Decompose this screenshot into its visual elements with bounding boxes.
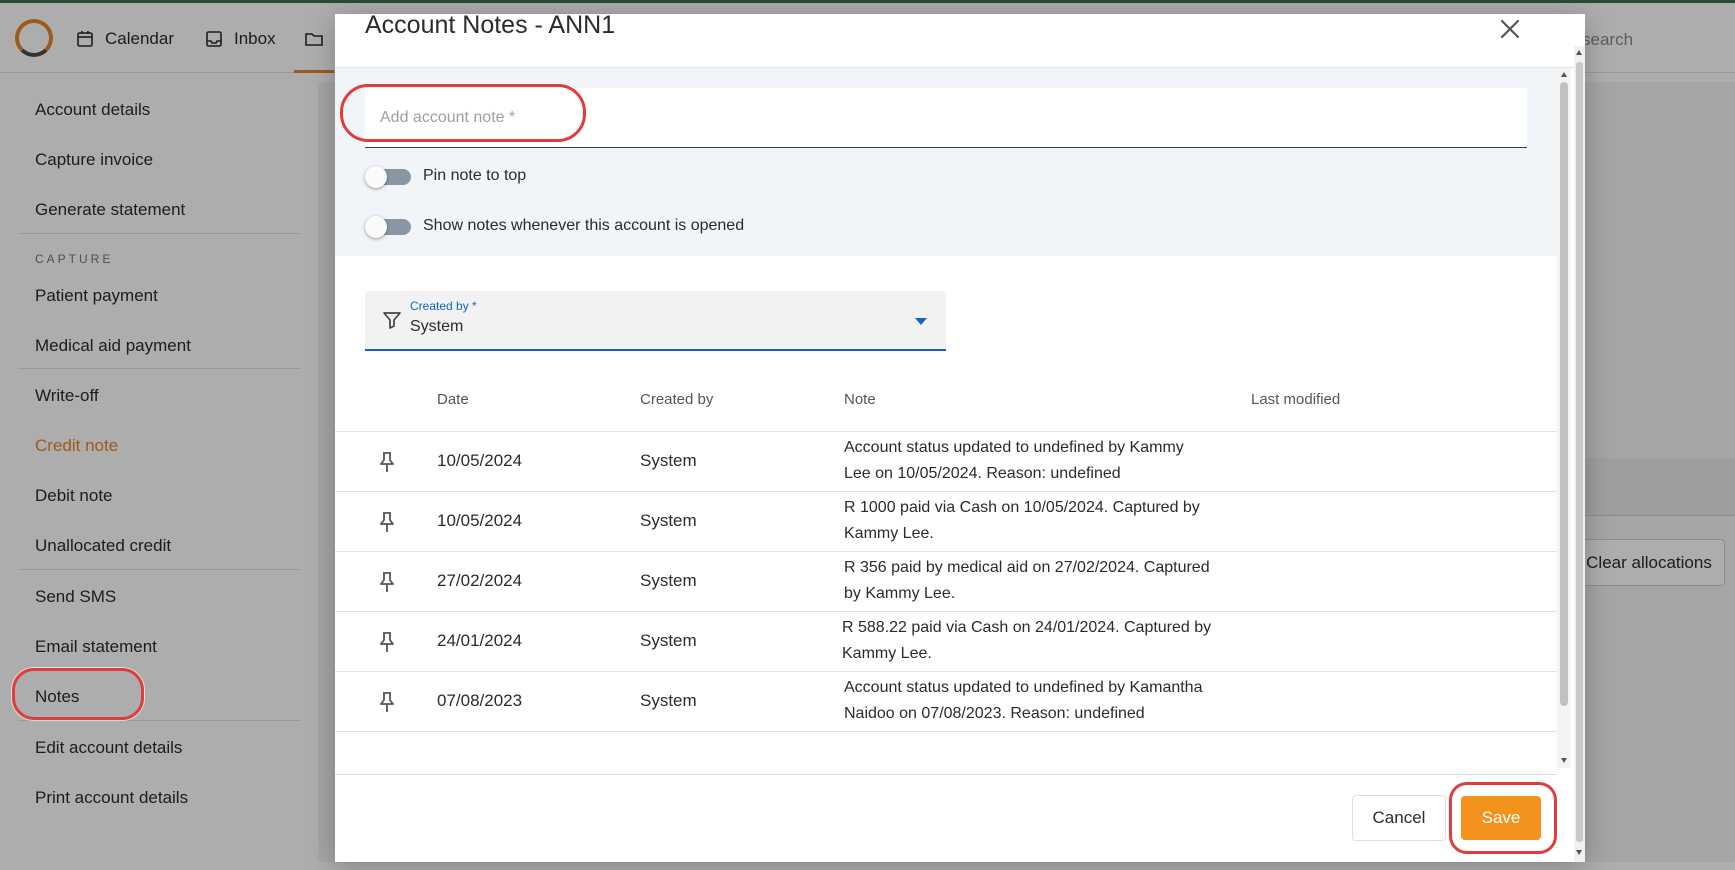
scrollbar-thumb[interactable] — [1560, 82, 1568, 706]
pin-icon[interactable] — [375, 450, 399, 474]
dialog-body: Pin note to top Show notes whenever this… — [335, 68, 1557, 768]
table-row[interactable]: 10/05/2024 System R 1000 paid via Cash o… — [335, 492, 1557, 552]
column-header-note[interactable]: Note — [844, 368, 876, 432]
page-scrollbar[interactable] — [1574, 46, 1585, 862]
row-note-line: R 356 paid by medical aid on 27/02/2024.… — [844, 559, 1210, 576]
scrollbar-thumb[interactable] — [1576, 62, 1583, 842]
pin-icon[interactable] — [375, 630, 399, 654]
table-row[interactable]: 24/01/2024 System R 588.22 paid via Cash… — [335, 612, 1557, 672]
filter-icon — [383, 312, 401, 329]
row-created-by: System — [640, 691, 697, 710]
dialog-body-scrollbar[interactable] — [1557, 68, 1571, 768]
cancel-button[interactable]: Cancel — [1352, 795, 1446, 841]
row-note-line: Lee on 10/05/2024. Reason: undefined — [844, 465, 1121, 482]
row-note-line: Account status updated to undefined by K… — [844, 679, 1203, 696]
table-row[interactable]: 10/05/2024 System Account status updated… — [335, 432, 1557, 492]
pin-icon[interactable] — [375, 570, 399, 594]
column-header-date[interactable]: Date — [437, 368, 469, 432]
pin-icon[interactable] — [375, 510, 399, 534]
row-note: R 356 paid by medical aid on 27/02/2024.… — [844, 555, 1264, 607]
scroll-up-arrow-icon[interactable] — [1561, 72, 1567, 77]
row-date: 07/08/2023 — [437, 691, 523, 710]
column-header-last-modified[interactable]: Last modified — [1251, 368, 1340, 432]
dialog-header: Account Notes - ANN1 — [335, 11, 1585, 68]
close-dialog-button[interactable] — [1495, 14, 1525, 44]
row-date: 10/05/2024 — [437, 451, 523, 470]
notes-table-header: Date Created by Note Last modified — [335, 368, 1557, 432]
account-note-field — [365, 88, 1527, 148]
table-row[interactable]: 07/08/2023 System Account status updated… — [335, 672, 1557, 732]
pin-icon[interactable] — [375, 690, 399, 714]
row-date: 10/05/2024 — [437, 511, 523, 530]
created-by-filter-select[interactable]: Created by * System — [365, 291, 946, 351]
row-note-line: Naidoo on 07/08/2023. Reason: undefined — [844, 705, 1145, 722]
add-note-section: Pin note to top Show notes whenever this… — [335, 68, 1557, 256]
row-note-line: Account status updated to undefined by K… — [844, 439, 1184, 456]
row-note-line: Kammy Lee. — [844, 525, 934, 542]
row-date: 27/02/2024 — [437, 571, 523, 590]
scroll-down-arrow-icon[interactable] — [1576, 850, 1582, 855]
close-icon — [1500, 19, 1520, 39]
scroll-up-arrow-icon[interactable] — [1576, 50, 1582, 55]
toggle-thumb — [365, 166, 387, 188]
chevron-down-icon — [915, 318, 927, 325]
dialog-footer: Cancel Save — [335, 774, 1557, 862]
show-notes-toggle[interactable] — [365, 216, 411, 238]
pin-note-toggle-row[interactable]: Pin note to top — [365, 166, 527, 188]
row-created-by: System — [640, 631, 697, 650]
row-note-line: Kammy Lee. — [842, 645, 932, 662]
row-date: 24/01/2024 — [437, 631, 523, 650]
column-header-created-by[interactable]: Created by — [640, 368, 713, 432]
pin-note-toggle[interactable] — [365, 166, 411, 188]
toggle-thumb — [365, 216, 387, 238]
show-notes-toggle-row[interactable]: Show notes whenever this account is open… — [365, 216, 745, 238]
row-note-line: R 1000 paid via Cash on 10/05/2024. Capt… — [844, 499, 1200, 516]
row-note: Account status updated to undefined by K… — [844, 675, 1264, 727]
row-note: R 1000 paid via Cash on 10/05/2024. Capt… — [844, 495, 1264, 547]
scroll-down-arrow-icon[interactable] — [1561, 758, 1567, 763]
account-notes-dialog: Account Notes - ANN1 Pin note to top — [335, 11, 1585, 862]
show-notes-label: Show notes whenever this account is open… — [423, 217, 745, 234]
row-created-by: System — [640, 511, 697, 530]
row-note: R 588.22 paid via Cash on 24/01/2024. Ca… — [842, 615, 1262, 667]
row-note: Account status updated to undefined by K… — [844, 435, 1264, 487]
row-note-line: by Kammy Lee. — [844, 585, 956, 602]
row-created-by: System — [640, 451, 697, 470]
account-note-input[interactable] — [365, 88, 1527, 147]
filter-selected-value: System — [410, 318, 464, 335]
dialog-title: Account Notes - ANN1 — [365, 11, 616, 39]
row-note-line: R 588.22 paid via Cash on 24/01/2024. Ca… — [842, 619, 1212, 636]
filter-floating-label: Created by * — [410, 299, 477, 313]
table-row[interactable]: 27/02/2024 System R 356 paid by medical … — [335, 552, 1557, 612]
save-button[interactable]: Save — [1461, 796, 1541, 840]
pin-note-label: Pin note to top — [423, 167, 527, 184]
row-created-by: System — [640, 571, 697, 590]
